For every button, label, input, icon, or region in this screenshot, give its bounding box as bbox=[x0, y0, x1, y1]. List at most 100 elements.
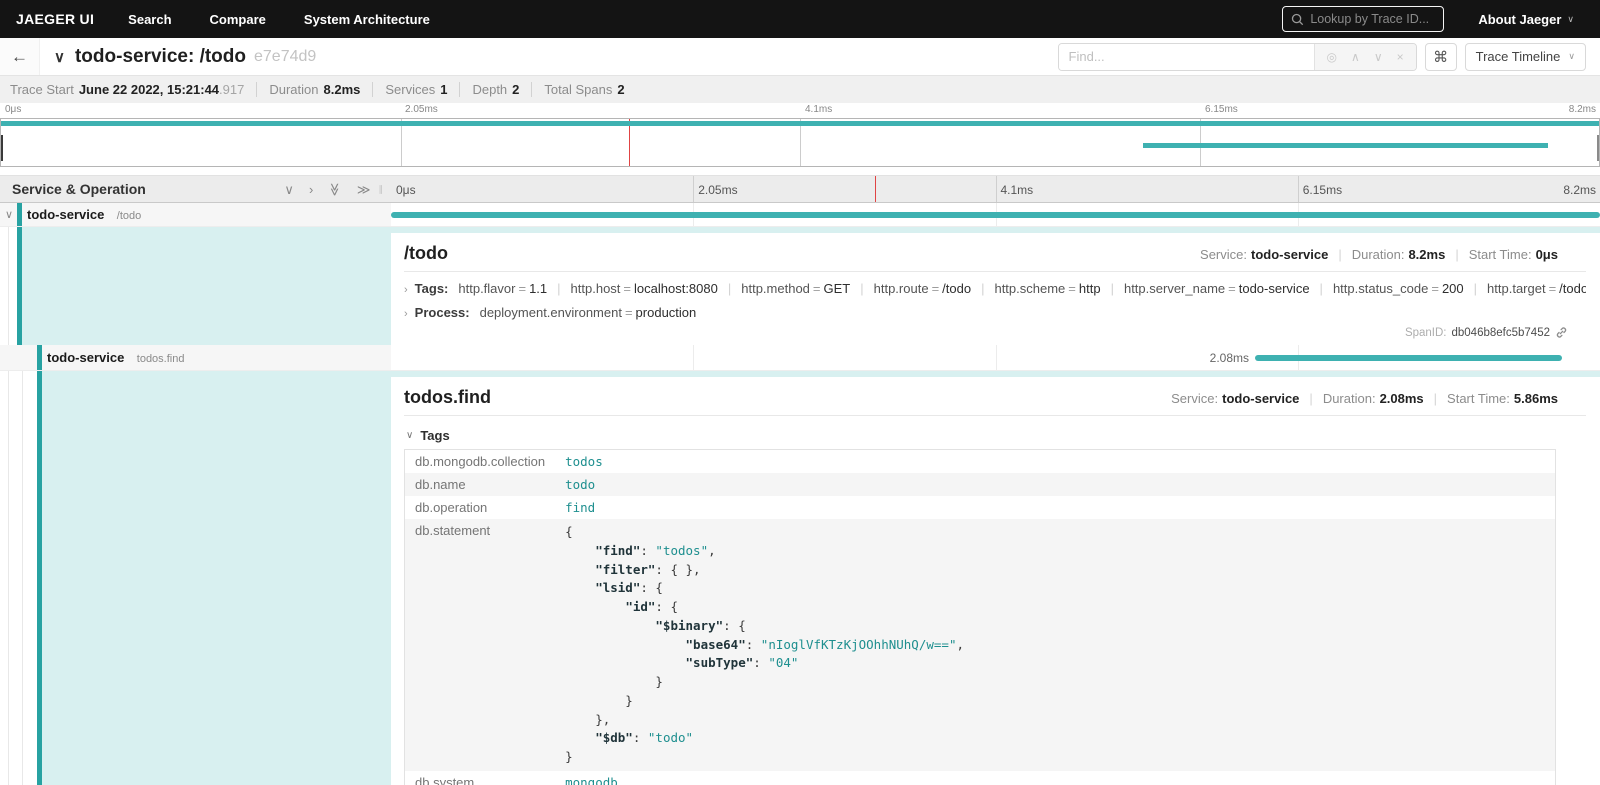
keyboard-shortcuts-button[interactable]: ⌘ bbox=[1425, 43, 1457, 71]
span-detail-card-todos-find: todos.find Service: todo-service | Durat… bbox=[391, 377, 1600, 785]
tags-overview-row[interactable]: › Tags: http.flavor=1.1|http.host=localh… bbox=[404, 281, 1586, 296]
column-resize-grip[interactable]: ∥ bbox=[379, 184, 384, 195]
start-time-label: Start Time: bbox=[1469, 247, 1532, 262]
find-controls: ◎ ∧ ∨ × bbox=[1314, 44, 1416, 70]
tag-row[interactable]: db.systemmongodb bbox=[405, 771, 1556, 785]
process-label: Process: bbox=[415, 305, 470, 320]
span-timeline-todo[interactable] bbox=[391, 203, 1600, 226]
minimap-gridline bbox=[800, 119, 801, 166]
clear-find-icon[interactable]: × bbox=[1397, 50, 1404, 64]
depth-value: 2 bbox=[512, 82, 519, 97]
about-jaeger-menu[interactable]: About Jaeger ∨ bbox=[1478, 12, 1574, 27]
tag-value: todo bbox=[555, 473, 1555, 496]
chevron-right-icon: › bbox=[404, 284, 408, 296]
prev-match-icon[interactable]: ∧ bbox=[1351, 50, 1360, 64]
span-label-todos-find[interactable]: todo-service todos.find bbox=[0, 345, 391, 370]
tag-key: db.name bbox=[405, 473, 556, 496]
span-detail-todo: /todo Service: todo-service | Duration: … bbox=[0, 227, 1600, 345]
service-value: todo-service bbox=[1251, 247, 1328, 262]
tick-label: 6.15ms bbox=[1200, 104, 1238, 115]
minimap-right-drag-handle[interactable] bbox=[1597, 135, 1599, 161]
span-bar-todos-find[interactable] bbox=[1255, 355, 1562, 361]
expand-all-icon[interactable]: ≫ bbox=[357, 183, 371, 196]
total-spans-value: 2 bbox=[617, 82, 624, 97]
tick-label: 0μs bbox=[0, 104, 21, 115]
trace-start: Trace Start June 22 2022, 15:21:44.917 bbox=[10, 82, 244, 97]
copy-link-icon[interactable] bbox=[1555, 326, 1568, 339]
minimap-left-drag-handle[interactable] bbox=[1, 135, 3, 161]
chevron-right-icon: › bbox=[404, 308, 408, 320]
start-time-value: 5.86ms bbox=[1514, 391, 1558, 406]
services-value: 1 bbox=[440, 82, 447, 97]
back-button[interactable]: ← bbox=[0, 38, 40, 75]
spanid-label: SpanID: bbox=[1405, 327, 1447, 339]
trace-start-fraction: .917 bbox=[219, 82, 244, 97]
find-input[interactable] bbox=[1059, 44, 1314, 70]
spanid-footer: SpanID: db046b8efc5b7452 bbox=[1405, 326, 1568, 339]
trace-services: Services 1 bbox=[372, 82, 447, 97]
span-timeline-todos-find[interactable]: 2.08ms bbox=[391, 345, 1600, 370]
tags-section-toggle[interactable]: ∨ Tags bbox=[406, 428, 1586, 443]
next-match-icon[interactable]: ∨ bbox=[1374, 50, 1383, 64]
jaeger-logo[interactable]: JAEGER UI bbox=[16, 11, 94, 27]
trace-duration: Duration 8.2ms bbox=[256, 82, 360, 97]
service-label: Service: bbox=[1200, 247, 1247, 262]
trace-view-dropdown[interactable]: Trace Timeline ∨ bbox=[1465, 43, 1586, 71]
expand-one-icon[interactable]: › bbox=[309, 183, 313, 196]
trace-start-label: Trace Start bbox=[10, 82, 74, 97]
tag-row[interactable]: db.operationfind bbox=[405, 496, 1556, 519]
timeline-ruler[interactable]: 0μs2.05ms4.1ms6.15ms8.2ms bbox=[391, 176, 1600, 202]
trace-meta-bar: Trace Start June 22 2022, 15:21:44.917 D… bbox=[0, 76, 1600, 103]
match-focus-icon[interactable]: ◎ bbox=[1327, 50, 1337, 64]
tag-item: http.host=localhost:8080 bbox=[571, 281, 718, 296]
trace-id: e7e74d9 bbox=[254, 48, 316, 66]
tag-value: find bbox=[555, 496, 1555, 519]
tick-label: 6.15ms bbox=[1298, 183, 1342, 197]
tag-row[interactable]: db.mongodb.collectiontodos bbox=[405, 450, 1556, 474]
tags-table-body: db.mongodb.collectiontodosdb.nametododb.… bbox=[405, 450, 1556, 785]
collapse-controls: ∨ › ≫ ≫ bbox=[284, 183, 370, 196]
nav-link-search[interactable]: Search bbox=[128, 12, 171, 27]
span-detail-todos-find: todos.find Service: todo-service | Durat… bbox=[0, 371, 1600, 785]
process-overview-row[interactable]: › Process: deployment.environment=produc… bbox=[404, 305, 1586, 320]
tag-item: http.flavor=1.1 bbox=[458, 281, 547, 296]
tag-item: http.server_name=todo-service bbox=[1124, 281, 1310, 296]
minimap-tick-labels: 0μs2.05ms4.1ms6.15ms8.2ms bbox=[0, 103, 1600, 118]
collapse-one-icon[interactable]: ∨ bbox=[284, 183, 294, 196]
tick-label: 0μs bbox=[391, 183, 416, 197]
minimap-span-bar bbox=[1143, 143, 1548, 148]
span-bar-todo[interactable] bbox=[391, 212, 1600, 218]
span-service-name: todo-service bbox=[47, 350, 124, 365]
tag-key: db.operation bbox=[405, 496, 556, 519]
tag-item: deployment.environment=production bbox=[480, 305, 697, 320]
trace-title: todo-service: /todo bbox=[75, 46, 246, 68]
tag-value: mongodb bbox=[555, 771, 1555, 785]
nav-link-system-architecture[interactable]: System Architecture bbox=[304, 12, 430, 27]
span-operation-name: /todo bbox=[117, 210, 141, 222]
minimap-span-bar bbox=[1, 121, 1599, 126]
trace-depth: Depth 2 bbox=[459, 82, 519, 97]
collapse-all-icon[interactable]: ≫ bbox=[329, 182, 342, 196]
services-label: Services bbox=[385, 82, 435, 97]
search-icon bbox=[1291, 13, 1304, 26]
tag-row[interactable]: db.statement{ "find": "todos", "filter":… bbox=[405, 519, 1556, 771]
trace-lookup-box[interactable] bbox=[1282, 6, 1444, 32]
trace-lookup-input[interactable] bbox=[1310, 12, 1435, 26]
tag-value: todos bbox=[555, 450, 1555, 474]
span-duration-label: 2.08ms bbox=[1210, 351, 1249, 365]
duration-label: Duration: bbox=[1352, 247, 1405, 262]
nav-link-compare[interactable]: Compare bbox=[210, 12, 266, 27]
span-label-todo[interactable]: ∨ todo-service /todo bbox=[0, 203, 391, 226]
chevron-down-icon: ∨ bbox=[1567, 14, 1574, 25]
service-operation-title: Service & Operation bbox=[12, 181, 146, 197]
chevron-down-icon: ∨ bbox=[1568, 51, 1575, 62]
trace-minimap[interactable] bbox=[0, 118, 1600, 167]
chevron-down-icon[interactable]: ∨ bbox=[5, 208, 13, 221]
top-nav: JAEGER UI Search Compare System Architectu… bbox=[0, 0, 1600, 38]
service-label: Service: bbox=[1171, 391, 1218, 406]
service-operation-header: Service & Operation ∨ › ≫ ≫ ∥ bbox=[0, 176, 391, 202]
tags-overview-list: http.flavor=1.1|http.host=localhost:8080… bbox=[458, 281, 1586, 296]
total-spans-label: Total Spans bbox=[544, 82, 612, 97]
tag-row[interactable]: db.nametodo bbox=[405, 473, 1556, 496]
collapse-trace-chevron-icon[interactable]: ∨ bbox=[54, 48, 65, 66]
